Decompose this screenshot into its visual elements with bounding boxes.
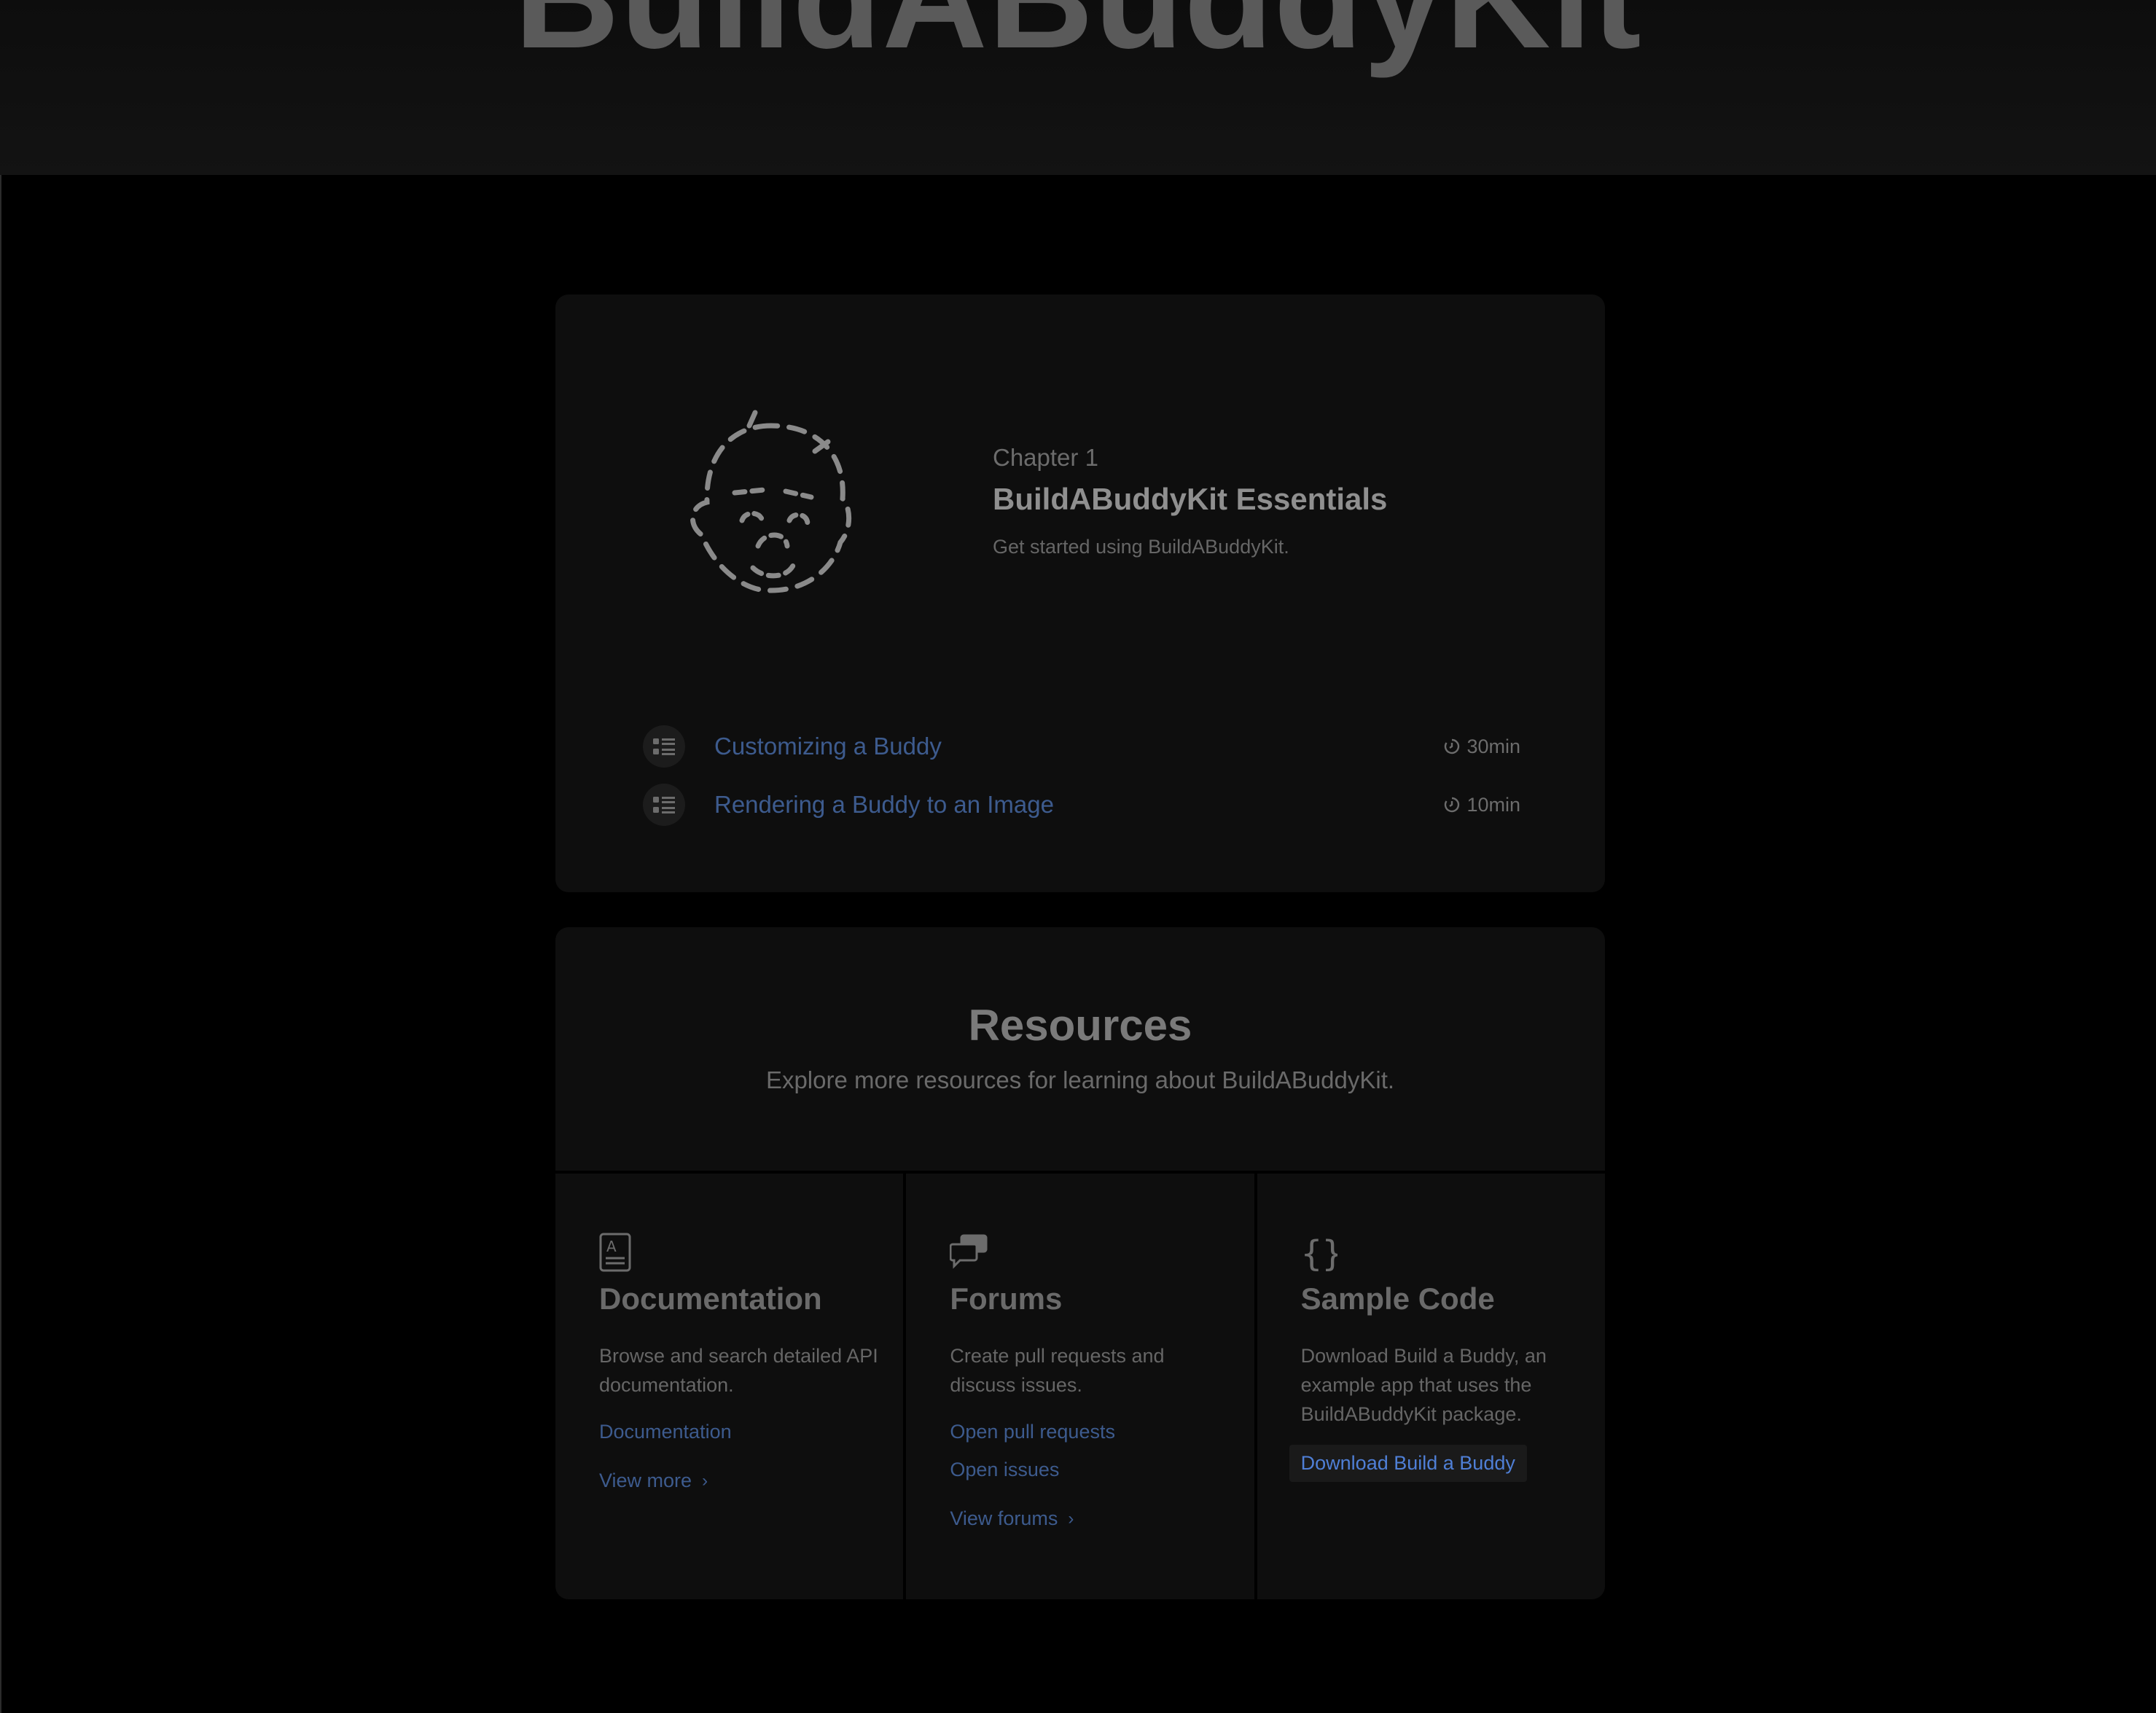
tutorial-item-rendering[interactable]: Rendering a Buddy to an Image 10min bbox=[643, 776, 1520, 834]
tutorial-duration: 10min bbox=[1443, 794, 1520, 816]
forums-icon bbox=[950, 1234, 988, 1269]
documentation-link[interactable]: Documentation bbox=[599, 1413, 881, 1451]
svg-text:A: A bbox=[606, 1238, 617, 1255]
chevron-right-icon: › bbox=[702, 1470, 708, 1491]
documentation-title: Documentation bbox=[599, 1281, 822, 1316]
resources-subtitle: Explore more resources for learning abou… bbox=[765, 1066, 1395, 1093]
chevron-right-icon: › bbox=[1068, 1508, 1074, 1529]
sample-code-description: Download Build a Buddy, an example app t… bbox=[1300, 1345, 1547, 1425]
tutorial-duration-text: 10min bbox=[1466, 793, 1520, 816]
sample-code-column: {} Sample Code Download Build a Buddy, a… bbox=[1254, 1174, 1605, 1599]
tutorial-duration: 30min bbox=[1443, 735, 1520, 758]
resources-card: Resources Explore more resources for lea… bbox=[555, 927, 1605, 1599]
page-title: BuildABuddyKit bbox=[0, 0, 2156, 82]
chapter-number: Chapter 1 bbox=[993, 444, 1098, 471]
resources-columns: A Documentation Browse and search detail… bbox=[555, 1171, 1605, 1599]
chapter-description: Get started using BuildABuddyKit. bbox=[993, 536, 1289, 558]
tutorial-duration-text: 30min bbox=[1466, 735, 1520, 757]
resources-header: Resources Explore more resources for lea… bbox=[555, 927, 1605, 1171]
timer-icon bbox=[1445, 797, 1460, 813]
view-more-label: View more bbox=[599, 1470, 692, 1491]
view-more-link[interactable]: View more › bbox=[599, 1470, 708, 1492]
view-forums-link[interactable]: View forums › bbox=[950, 1507, 1074, 1530]
chapter-card: Chapter 1 BuildABuddyKit Essentials Get … bbox=[555, 294, 1605, 892]
tutorial-list-icon bbox=[643, 784, 685, 826]
curly-braces-icon: {} bbox=[1301, 1233, 1337, 1273]
documentation-column: A Documentation Browse and search detail… bbox=[555, 1174, 903, 1599]
buddy-face-icon bbox=[690, 410, 852, 593]
documentation-icon: A bbox=[599, 1233, 631, 1272]
tutorial-link[interactable]: Customizing a Buddy bbox=[714, 733, 1443, 760]
documentation-description: Browse and search detailed API documenta… bbox=[599, 1345, 878, 1396]
forums-description: Create pull requests and discuss issues. bbox=[950, 1345, 1165, 1396]
open-issues-link[interactable]: Open issues bbox=[950, 1451, 1232, 1488]
tutorial-list: Customizing a Buddy 30min Rendering a Bu… bbox=[643, 717, 1520, 834]
open-pull-requests-link[interactable]: Open pull requests bbox=[950, 1413, 1232, 1451]
download-build-a-buddy-button[interactable]: Download Build a Buddy bbox=[1289, 1445, 1527, 1482]
forums-column: Forums Create pull requests and discuss … bbox=[903, 1174, 1254, 1599]
svg-text:{}: {} bbox=[1301, 1233, 1337, 1273]
sample-code-title: Sample Code bbox=[1300, 1281, 1495, 1316]
hero-banner: BuildABuddyKit bbox=[0, 0, 2156, 175]
tutorial-item-customizing[interactable]: Customizing a Buddy 30min bbox=[643, 717, 1520, 776]
tutorial-list-icon bbox=[643, 725, 685, 768]
chapter-info: Chapter 1 BuildABuddyKit Essentials Get … bbox=[993, 444, 1561, 558]
view-forums-label: View forums bbox=[950, 1507, 1058, 1529]
chapter-title: BuildABuddyKit Essentials bbox=[993, 482, 1388, 516]
tutorial-link[interactable]: Rendering a Buddy to an Image bbox=[714, 791, 1443, 819]
timer-icon bbox=[1445, 738, 1460, 754]
forums-title: Forums bbox=[950, 1281, 1063, 1316]
resources-title: Resources bbox=[968, 1001, 1192, 1050]
